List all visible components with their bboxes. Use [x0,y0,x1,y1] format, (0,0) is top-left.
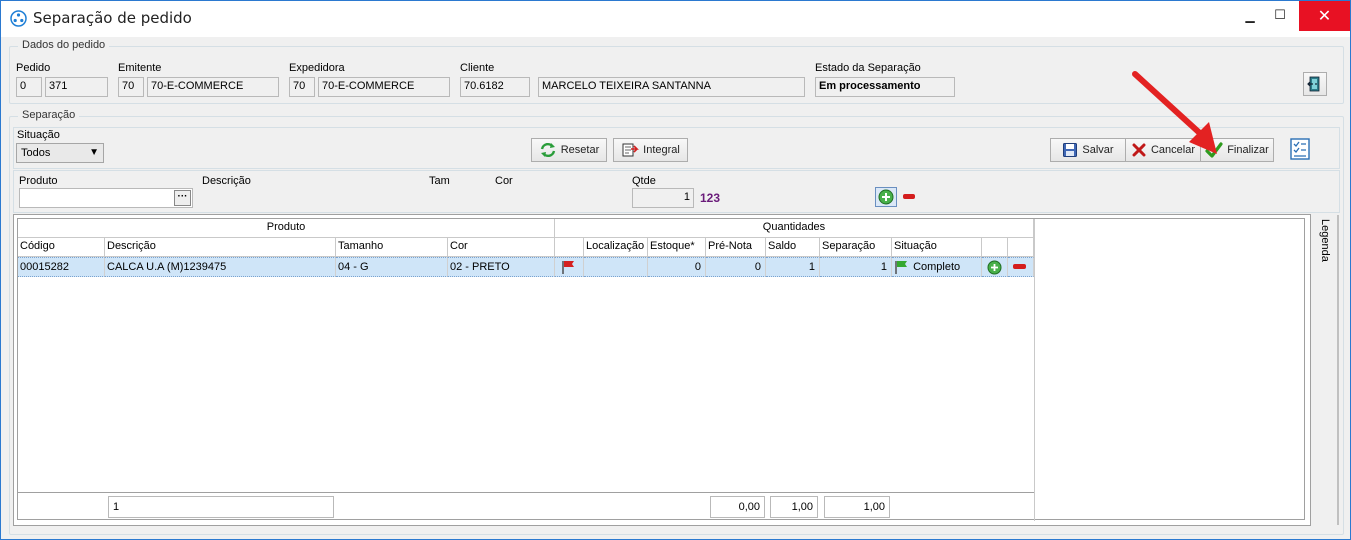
add-circle-icon [987,260,1002,275]
app-icon [10,10,27,27]
table-row-saldo[interactable]: 1 [766,257,820,277]
grid-frame: Produto Quantidades Código Descrição Tam… [13,214,1311,526]
descricao-entry-label: Descrição [202,175,251,187]
qtde-entry-label: Qtde [632,175,656,187]
situacao-completo-text: Completo [913,260,961,273]
window-title: Separação de pedido [33,9,192,27]
col-header-saldo[interactable]: Saldo [766,238,820,257]
footer-separacao-total: 1,00 [824,496,890,518]
table-row-descricao[interactable]: CALCA U.A (M)1239475 [105,257,336,277]
table-row-localizacao[interactable] [584,257,648,277]
pedido-label: Pedido [16,62,51,74]
produto-browse-button[interactable]: ··· [174,190,191,206]
qtde-entry-input[interactable]: 1 [632,188,694,208]
add-item-button[interactable] [875,187,897,207]
expedidora-code-field[interactable]: 70 [289,77,315,97]
title-bar: Separação de pedido ▁ ☐ ✕ [1,1,1350,37]
table-row-add-button[interactable] [982,257,1008,277]
col-header-pre-nota[interactable]: Pré-Nota [706,238,766,257]
items-grid: Produto Quantidades Código Descrição Tam… [17,218,1305,521]
produto-entry-input[interactable] [19,188,193,208]
minus-icon [1013,264,1026,269]
emitente-code-field[interactable]: 70 [118,77,144,97]
grid-right-border [1034,219,1035,521]
grid-group-produto: Produto [18,219,555,238]
col-header-flag[interactable] [555,238,584,257]
legenda-label: Legenda [1319,219,1331,262]
integral-button[interactable]: Integral [613,138,688,162]
maximize-button[interactable]: ☐ [1257,1,1303,31]
table-row-situacao[interactable]: Completo [892,257,982,277]
table-row-estoque[interactable]: 0 [648,257,706,277]
client-area: Dados do pedido Pedido 0 371 Emitente 70… [1,37,1350,539]
pedido-series-field[interactable]: 0 [16,77,42,97]
emitente-label: Emitente [118,62,162,74]
table-row-separacao[interactable]: 1 [820,257,892,277]
col-header-situacao[interactable]: Situação [892,238,982,257]
table-row-cor[interactable]: 02 - PRETO [448,257,555,277]
footer-count: 1 [108,496,334,518]
situacao-select[interactable]: Todos ▼ [16,143,104,163]
pedido-number-field[interactable]: 371 [45,77,108,97]
table-row-tamanho[interactable]: 04 - G [336,257,448,277]
cliente-name-field[interactable]: MARCELO TEIXEIRA SANTANNA [538,77,805,97]
footer-pre-nota-total: 0,00 [710,496,765,518]
cor-entry-label: Cor [495,175,513,187]
estado-field: Em processamento [815,77,955,97]
col-header-localizacao[interactable]: Localização [584,238,648,257]
finalizar-label: Finalizar [1227,144,1269,156]
situacao-label: Situação [17,129,60,141]
legenda-tab[interactable]: Legenda [1313,215,1335,295]
tam-entry-label: Tam [429,175,450,187]
col-header-cor[interactable]: Cor [448,238,555,257]
emitente-name-field[interactable]: 70-E-COMMERCE [147,77,279,97]
expedidora-name-field[interactable]: 70-E-COMMERCE [318,77,450,97]
refresh-icon [540,142,555,158]
grid-footer-divider [18,492,1034,493]
col-header-separacao[interactable]: Separação [820,238,892,257]
grid-group-quantidades: Quantidades [555,219,1034,238]
exit-door-icon [1307,76,1320,92]
footer-saldo-total: 1,00 [770,496,818,518]
table-row-remove-button[interactable] [1008,257,1034,277]
close-button[interactable]: ✕ [1299,1,1350,31]
exit-door-button[interactable] [1303,72,1327,96]
red-flag-icon [562,261,574,274]
estado-label: Estado da Separação [815,62,921,74]
checklist-button[interactable] [1289,137,1311,161]
expedidora-label: Expedidora [289,62,345,74]
table-row-flag[interactable] [555,257,584,277]
col-header-remove[interactable] [1008,238,1034,257]
col-header-tamanho[interactable]: Tamanho [336,238,448,257]
table-row-codigo[interactable]: 00015282 [18,257,105,277]
green-flag-icon [895,261,907,274]
chevron-down-icon: ▼ [89,147,99,158]
integral-label: Integral [643,144,680,156]
salvar-label: Salvar [1082,144,1114,156]
col-header-descricao[interactable]: Descrição [105,238,336,257]
col-header-add[interactable] [982,238,1008,257]
resetar-button[interactable]: Resetar [531,138,607,162]
checklist-icon [1290,138,1310,160]
legenda-divider [1337,215,1339,525]
cliente-code-field[interactable]: 70.6182 [460,77,530,97]
integral-icon [622,143,640,157]
dados-pedido-title: Dados do pedido [18,39,110,51]
remove-item-button[interactable] [903,194,915,199]
salvar-button[interactable]: Salvar [1050,138,1125,162]
window: Separação de pedido ▁ ☐ ✕ Dados do pedid… [0,0,1351,540]
separacao-title: Separação [18,109,80,121]
col-header-estoque[interactable]: Estoque* [648,238,706,257]
floppy-icon [1063,143,1078,157]
produto-entry-label: Produto [19,175,58,187]
cliente-label: Cliente [460,62,495,74]
col-header-codigo[interactable]: Código [18,238,105,257]
table-row-pre-nota[interactable]: 0 [706,257,766,277]
situacao-value: Todos [21,147,51,159]
add-circle-icon [878,189,894,205]
qtde-extra-value: 123 [700,191,721,205]
resetar-label: Resetar [560,144,600,156]
annotation-arrow-icon [1132,71,1217,154]
